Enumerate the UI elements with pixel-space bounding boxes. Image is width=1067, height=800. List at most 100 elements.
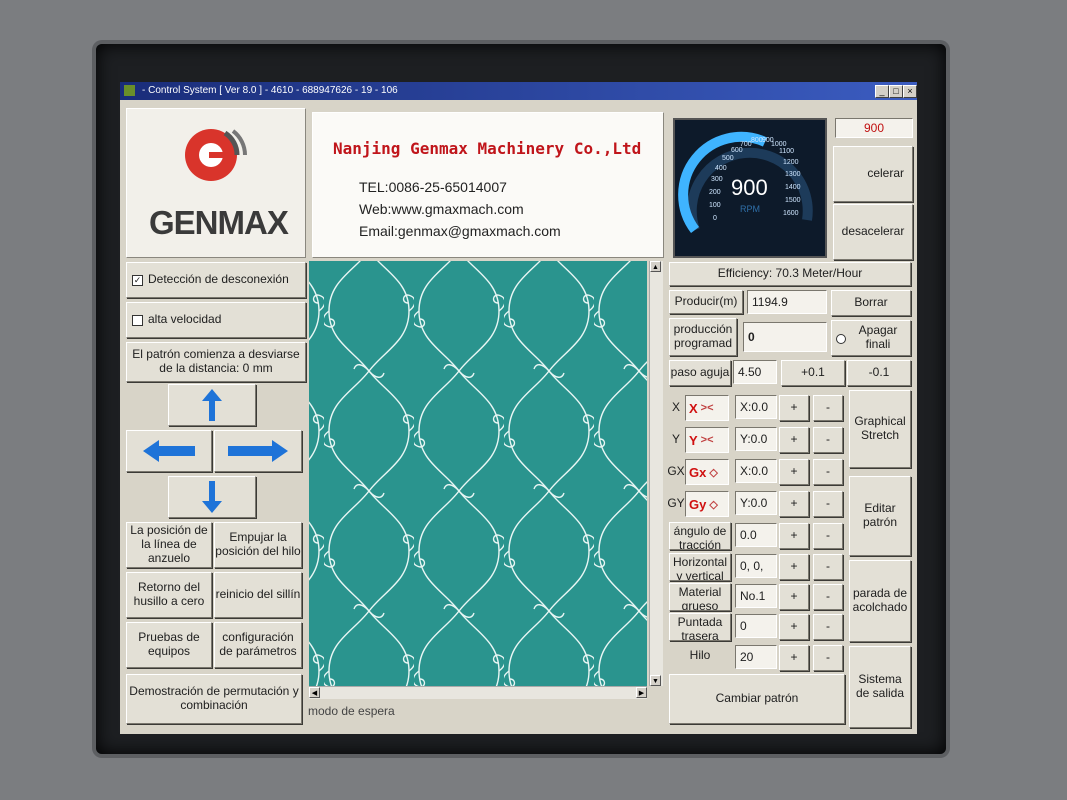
quilting-stop-button[interactable]: parada de acolchado [849,560,911,642]
axis-gx-minus-button[interactable]: - [813,459,843,485]
planned-production-input[interactable]: 0 [743,322,827,352]
disconnect-detection-checkbox[interactable]: ✓ Detección de desconexión [126,262,306,298]
move-right-button[interactable] [214,430,302,472]
axis-y-value[interactable]: Y:0.0 [735,427,777,451]
hook-line-position-button[interactable]: La posición de la línea de anzuelo [126,522,212,568]
shutdown-finish-radio[interactable]: Apagar finali [831,320,911,356]
efficiency-display: Efficiency: 70.3 Meter/Hour [669,262,911,286]
axis-y-minus-button[interactable]: - [813,427,843,453]
gauge-tick: 1400 [785,184,801,191]
arrow-up-icon [202,389,222,421]
back-stitch-minus-button[interactable]: - [813,614,843,640]
gauge-tick: 1100 [779,148,794,155]
company-name: Nanjing Genmax Machinery Co.,Ltd [333,139,642,158]
exit-system-button[interactable]: Sistema de salida [849,646,911,728]
edit-pattern-button[interactable]: Editar patrón [849,476,911,556]
radio-icon [836,334,846,344]
clear-button[interactable]: Borrar [831,290,911,316]
pattern-horizontal-scrollbar[interactable]: ◀ ▶ [309,686,647,699]
axis-y-icon[interactable]: Y >< [685,427,729,453]
needle-minus-button[interactable]: -0.1 [847,360,911,386]
gauge-tick: 400 [715,165,727,172]
status-text: modo de espera [308,704,395,718]
gauge-tick: 0 [713,215,717,222]
gauge-tick: 1200 [783,159,799,166]
company-web: Web:www.gmaxmach.com [359,201,524,217]
axis-y-plus-button[interactable]: + [779,427,809,453]
material-value[interactable]: No.1 [735,584,777,608]
back-stitch-value[interactable]: 0 [735,614,777,638]
gauge-tick: 500 [722,155,734,162]
push-thread-position-button[interactable]: Empujar la posición del hilo [214,522,302,568]
horizontal-vertical-value[interactable]: 0, 0, [735,554,777,578]
axis-x-label: X [671,400,680,415]
window-title: - Control System [ Ver 8.0 ] - 4610 - 68… [142,85,398,96]
scroll-up-icon[interactable]: ▲ [650,261,661,272]
back-stitch-label: Puntada trasera [669,613,731,641]
logo-text: GENMAX [149,204,289,241]
needle-plus-button[interactable]: +0.1 [781,360,845,386]
high-speed-label: alta velocidad [148,312,222,327]
axis-x-plus-button[interactable]: + [779,395,809,421]
graphical-stretch-button[interactable]: Graphical Stretch [849,390,911,468]
needle-step-value[interactable]: 4.50 [733,360,777,384]
company-email: Email:genmax@gmaxmach.com [359,223,561,239]
accelerate-button[interactable]: celerar [833,146,913,202]
scroll-right-icon[interactable]: ▶ [636,687,647,698]
thread-value[interactable]: 20 [735,645,777,669]
permutation-demo-button[interactable]: Demostración de permutación y combinació… [126,674,302,724]
pattern-vertical-scrollbar[interactable]: ▲ ▼ [649,261,663,686]
gauge-tick: 1500 [785,197,801,204]
back-stitch-plus-button[interactable]: + [779,614,809,640]
move-left-button[interactable] [126,430,212,472]
gauge-unit: RPM [740,204,760,214]
change-pattern-button[interactable]: Cambiar patrón [669,674,845,724]
disconnect-detection-label: Detección de desconexión [148,272,289,287]
material-plus-button[interactable]: + [779,584,809,610]
close-button[interactable]: × [903,85,917,98]
traction-angle-label: ángulo de tracción [669,522,731,550]
speed-display: 900 [835,118,913,138]
saddle-reset-button[interactable]: reinicio del sillín [214,572,302,618]
gauge-tick: 1300 [785,171,801,178]
thread-minus-button[interactable]: - [813,645,843,671]
scroll-left-icon[interactable]: ◀ [309,687,320,698]
diamond-icon: ◇ [709,498,718,511]
axis-gx-plus-button[interactable]: + [779,459,809,485]
rpm-gauge: 0 100 200 300 400 500 600 700 800 900 10… [673,118,827,258]
high-speed-checkbox[interactable]: alta velocidad [126,302,306,338]
minimize-button[interactable]: _ [875,85,889,98]
axis-x-value[interactable]: X:0.0 [735,395,777,419]
axis-x-icon[interactable]: X >< [685,395,729,421]
axis-gy-value[interactable]: Y:0.0 [735,491,777,515]
material-minus-button[interactable]: - [813,584,843,610]
thread-plus-button[interactable]: + [779,645,809,671]
axis-gx-icon-text: Gx [689,464,707,480]
maximize-button[interactable]: □ [889,85,903,98]
axis-gy-icon[interactable]: Gy ◇ [685,491,729,517]
move-up-button[interactable] [168,384,256,426]
axis-x-minus-button[interactable]: - [813,395,843,421]
spindle-zero-button[interactable]: Retorno del husillo a cero [126,572,212,618]
axis-gy-minus-button[interactable]: - [813,491,843,517]
shutdown-finish-label: Apagar finali [858,323,898,351]
arrow-down-icon [202,481,222,513]
move-down-button[interactable] [168,476,256,518]
logo-panel: GENMAX [126,108,306,258]
horizontal-vertical-plus-button[interactable]: + [779,554,809,580]
axis-gx-value[interactable]: X:0.0 [735,459,777,483]
horizontal-vertical-minus-button[interactable]: - [813,554,843,580]
arrow-right-icon [228,440,288,462]
horizontal-vertical-label: Horizontal y vertical [669,553,731,581]
parameter-config-button[interactable]: configuración de parámetros [214,622,302,668]
pattern-preview[interactable] [309,261,647,686]
equipment-test-button[interactable]: Pruebas de equipos [126,622,212,668]
gauge-tick: 1000 [771,141,787,148]
traction-angle-value[interactable]: 0.0 [735,523,777,547]
traction-plus-button[interactable]: + [779,523,809,549]
scroll-down-icon[interactable]: ▼ [650,675,661,686]
axis-gx-icon[interactable]: Gx ◇ [685,459,729,485]
traction-minus-button[interactable]: - [813,523,843,549]
axis-gy-plus-button[interactable]: + [779,491,809,517]
decelerate-button[interactable]: desacelerar [833,204,913,260]
